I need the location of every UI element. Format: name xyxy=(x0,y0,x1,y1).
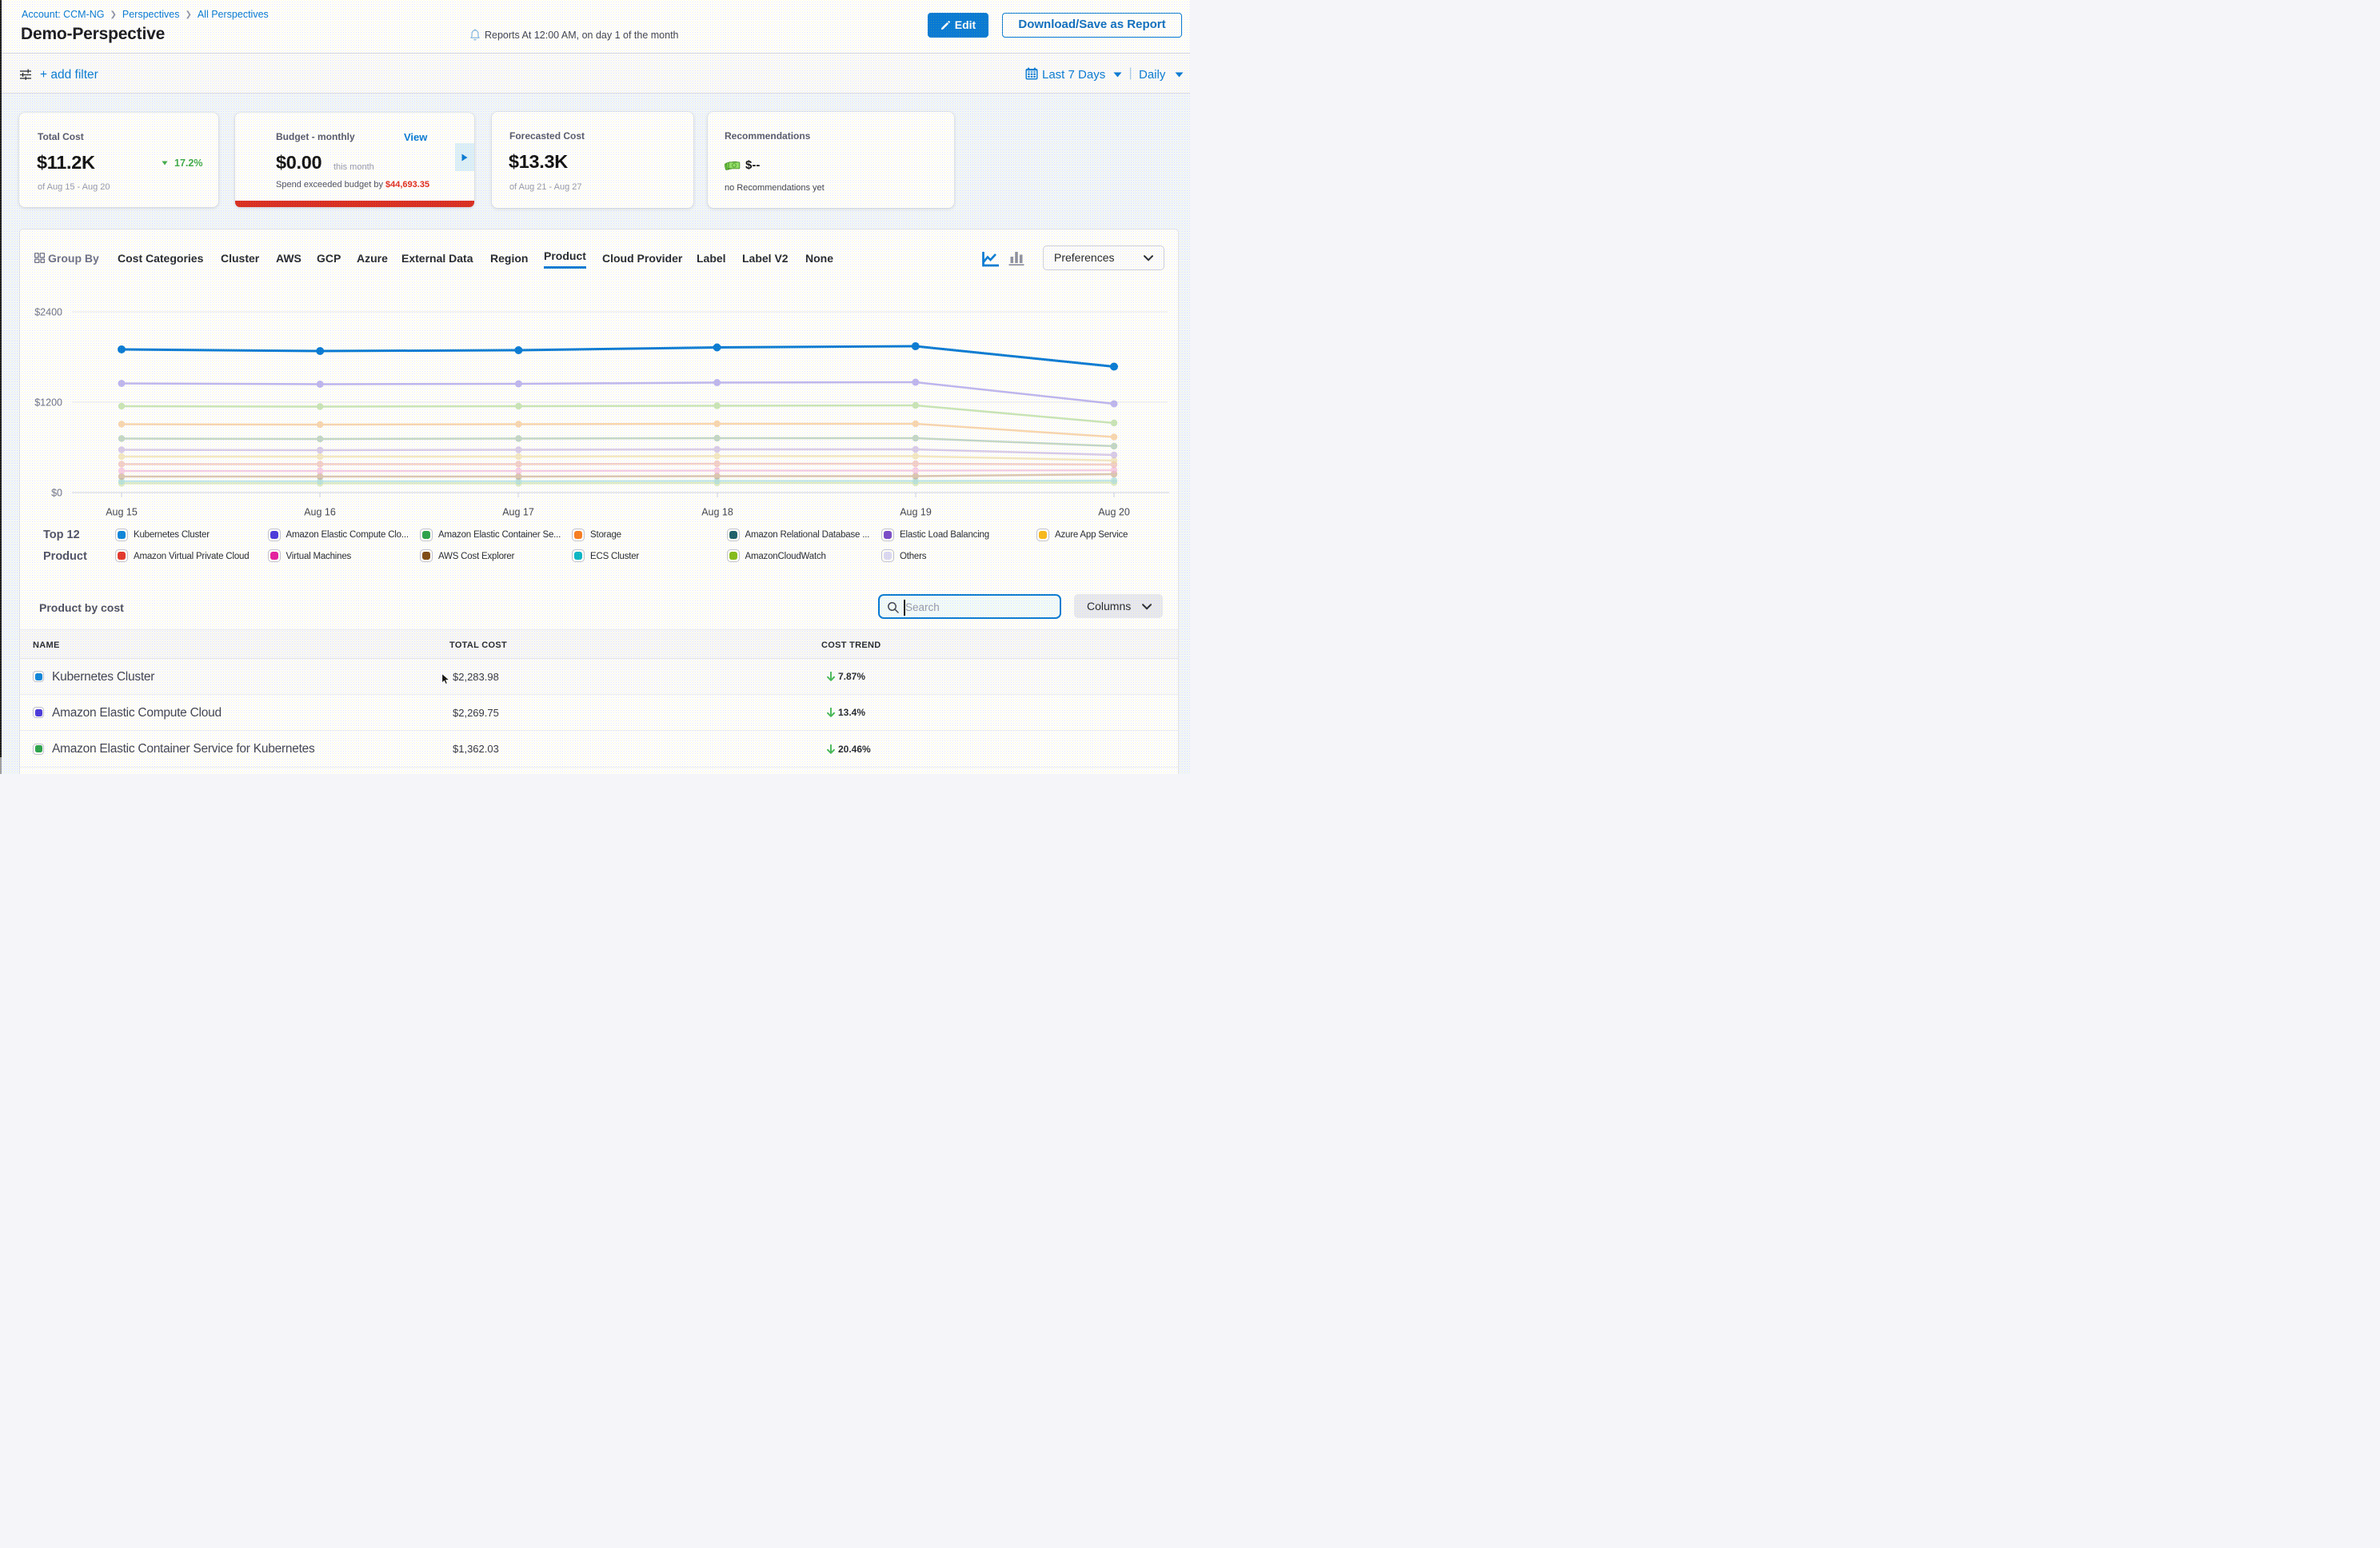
svg-text:Aug 16: Aug 16 xyxy=(304,507,336,518)
svg-text:Aug 20: Aug 20 xyxy=(1098,507,1130,518)
svg-text:Aug 17: Aug 17 xyxy=(502,507,534,518)
svg-text:Aug 18: Aug 18 xyxy=(701,507,733,518)
svg-text:Aug 19: Aug 19 xyxy=(900,507,932,518)
svg-text:$0: $0 xyxy=(51,488,62,499)
svg-text:$2400: $2400 xyxy=(34,307,62,318)
svg-text:$1200: $1200 xyxy=(34,397,62,409)
svg-text:Aug 15: Aug 15 xyxy=(106,507,138,518)
